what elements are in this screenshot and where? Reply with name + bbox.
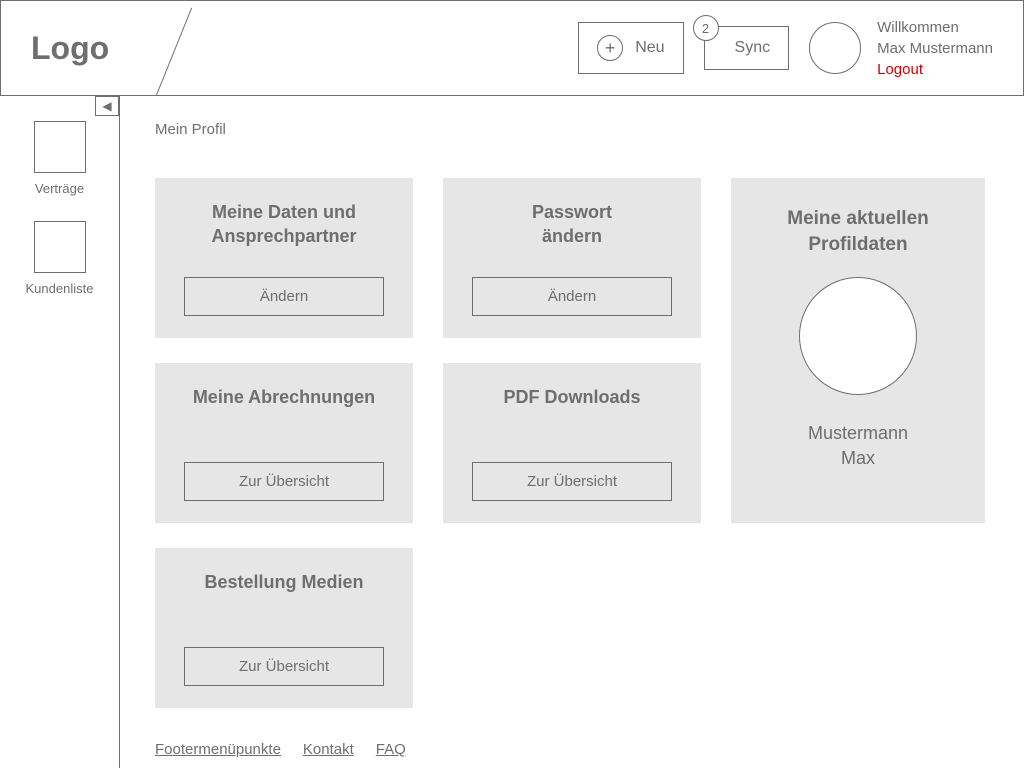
card-pdf: PDF Downloads Zur Übersicht [443,363,701,523]
card-title: Bestellung Medien [175,570,393,594]
logout-link[interactable]: Logout [877,59,993,80]
page-title: Mein Profil [155,121,989,138]
sidebar-item-label: Verträge [35,181,84,196]
sidebar-item-kundenliste[interactable]: Kundenliste [0,221,119,296]
uebersicht-button[interactable]: Zur Übersicht [184,647,384,686]
header-right: + Neu 2 Sync Willkommen Max Mustermann L… [578,17,1023,80]
new-button[interactable]: + Neu [578,22,683,74]
kundenliste-icon [34,221,86,273]
aendern-button[interactable]: Ändern [184,277,384,316]
footer-faq-link[interactable]: FAQ [376,741,406,758]
logo: Logo [31,30,109,67]
new-label: Neu [635,39,664,57]
card-passwort: Passwortändern Ändern [443,178,701,338]
welcome-text: Willkommen [877,17,993,38]
sidebar-item-vertraege[interactable]: Verträge [0,121,119,196]
card-abrechnungen: Meine Abrechnungen Zur Übersicht [155,363,413,523]
avatar[interactable] [809,22,861,74]
sync-button[interactable]: 2 Sync [704,26,790,70]
user-area: Willkommen Max Mustermann Logout [809,17,993,80]
uebersicht-button[interactable]: Zur Übersicht [472,462,672,501]
profile-title: Meine aktuellen Profildaten [751,206,965,257]
logo-area: Logo [1,1,201,95]
profile-card: Meine aktuellen Profildaten Mustermann M… [731,178,985,523]
plus-icon: + [597,35,623,61]
sync-label: Sync [735,39,771,56]
profile-name: Mustermann Max [751,421,965,471]
card-title: Meine Daten und Ansprechpartner [175,200,393,249]
footer: Footermenüpunkte Kontakt FAQ [155,741,406,758]
aendern-button[interactable]: Ändern [472,277,672,316]
vertraege-icon [34,121,86,173]
sync-badge: 2 [693,15,719,41]
uebersicht-button[interactable]: Zur Übersicht [184,462,384,501]
card-bestellung: Bestellung Medien Zur Übersicht [155,548,413,708]
sidebar: ◀ Verträge Kundenliste [0,96,120,768]
footer-menu-link[interactable]: Footermenüpunkte [155,741,281,758]
header: Logo + Neu 2 Sync Willkommen Max Musterm… [0,0,1024,96]
card-title: PDF Downloads [463,385,681,409]
card-title: Meine Abrechnungen [175,385,393,409]
card-meine-daten: Meine Daten und Ansprechpartner Ändern [155,178,413,338]
card-title: Passwortändern [463,200,681,249]
footer-kontakt-link[interactable]: Kontakt [303,741,354,758]
user-text: Willkommen Max Mustermann Logout [877,17,993,80]
collapse-icon[interactable]: ◀ [95,96,119,116]
username: Max Mustermann [877,38,993,59]
profile-avatar [799,277,917,395]
sidebar-item-label: Kundenliste [26,281,94,296]
main-content: Mein Profil Meine Daten und Ansprechpart… [120,96,1024,768]
